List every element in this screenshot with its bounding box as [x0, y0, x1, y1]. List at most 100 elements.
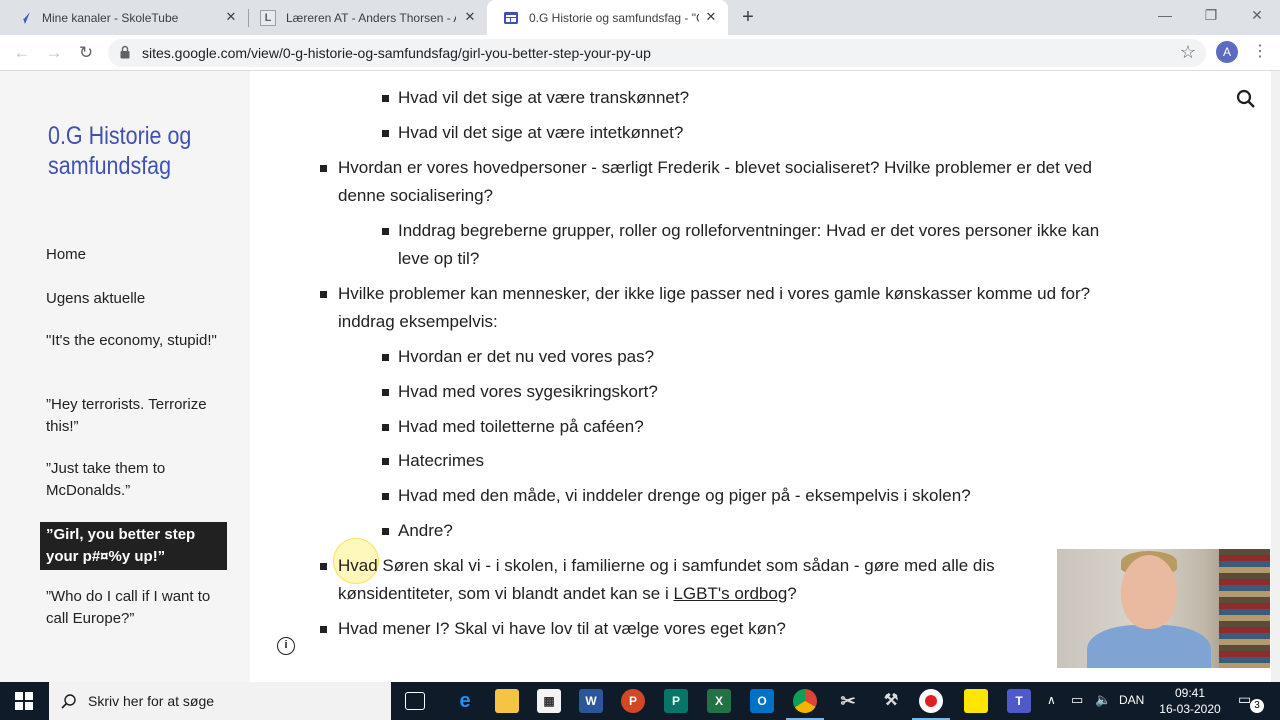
list-item: Hvordan er det nu ved vores pas?	[398, 347, 655, 366]
taskbar-search-placeholder: Skriv her for at søge	[88, 693, 215, 709]
volume-icon[interactable]: 🔈	[1095, 692, 1111, 708]
bullet	[382, 130, 389, 137]
tab-title: Læreren AT - Anders Thorsen - A	[286, 10, 456, 25]
taskbar-search-box[interactable]: Skriv her for at søge	[49, 682, 391, 720]
clock[interactable]: 09:41 16-03-2020	[1155, 685, 1225, 717]
publisher-icon[interactable]: P	[664, 689, 688, 713]
restore-icon[interactable]: ❐	[1188, 0, 1234, 30]
bullet	[320, 291, 327, 298]
search-icon	[61, 694, 76, 709]
nav-item-mcdonalds[interactable]: ”Just take them to McDonalds.”	[46, 458, 236, 502]
list-item: Hatecrimes	[398, 451, 484, 470]
bullet	[382, 458, 389, 465]
language-indicator[interactable]: DAN	[1119, 693, 1144, 707]
list-item-text: ?	[787, 584, 797, 603]
tab-laereren[interactable]: L Læreren AT - Anders Thorsen - A ✕	[244, 0, 487, 35]
settings-tool-icon[interactable]: ⚒	[879, 689, 903, 713]
presenter-face	[1121, 555, 1177, 629]
nav-item-ugens-aktuelle[interactable]: Ugens aktuelle	[46, 288, 236, 310]
scrollbar[interactable]	[1271, 71, 1280, 682]
bookmark-star-icon[interactable]: ☆	[1180, 42, 1196, 63]
google-sites-icon	[503, 10, 519, 26]
search-icon[interactable]	[1234, 87, 1258, 111]
bullet	[320, 626, 327, 633]
list-item-line: denne socialisering?	[338, 186, 493, 205]
tab-skoletube[interactable]: Mine kanaler - SkoleTube ✕	[0, 0, 248, 35]
tab-title: Mine kanaler - SkoleTube	[42, 10, 179, 25]
presenter-shirt	[1087, 625, 1211, 668]
bullet	[382, 493, 389, 500]
forward-arrow-icon[interactable]: →	[42, 41, 66, 65]
site-sidebar: 0.G Historie og samfundsfag Home Ugens a…	[0, 71, 250, 682]
bullet	[320, 165, 327, 172]
lock-icon	[120, 45, 130, 59]
bullet	[382, 95, 389, 102]
list-item-line: Inddrag begreberne grupper, roller og ro…	[398, 221, 1100, 240]
reload-icon[interactable]: ↻	[74, 41, 98, 65]
close-tab-icon[interactable]: ✕	[463, 10, 477, 24]
minimize-icon[interactable]: —	[1142, 0, 1188, 30]
close-window-icon[interactable]: ✕	[1234, 0, 1280, 30]
windows-taskbar: Skriv her for at søge e ▦ W P P X O ✂ ⚒ …	[0, 682, 1280, 720]
excel-icon[interactable]: X	[707, 689, 731, 713]
nav-item-girl-active[interactable]: ”Girl, you better step your p#¤%y up!”	[40, 522, 227, 570]
info-icon[interactable]: i	[277, 637, 295, 655]
nav-item-home[interactable]: Home	[46, 244, 236, 266]
bullet	[382, 528, 389, 535]
snipping-tool-icon[interactable]: ✂	[836, 689, 860, 713]
sticky-notes-icon[interactable]	[964, 689, 988, 713]
chrome-icon[interactable]	[793, 689, 817, 713]
file-explorer-icon[interactable]	[495, 689, 519, 713]
bullet	[382, 424, 389, 431]
bullet	[382, 389, 389, 396]
list-item-line: Hvad Søren skal vi - i skolen, i familie…	[338, 556, 995, 575]
tab-active-google-sites[interactable]: 0.G Historie og samfundsfag - "G ✕	[487, 0, 728, 35]
screen-recorder-icon[interactable]	[919, 689, 943, 713]
browser-menu-icon[interactable]: ⋮	[1252, 41, 1268, 65]
list-item-line: kønsidentiteter, som vi blandt andet kan…	[338, 580, 797, 608]
skoletube-icon	[16, 10, 32, 26]
word-icon[interactable]: W	[579, 689, 603, 713]
bookshelf	[1219, 549, 1270, 668]
teams-icon[interactable]: T	[1007, 689, 1031, 713]
close-tab-icon[interactable]: ✕	[704, 10, 718, 24]
tray-chevron-icon[interactable]: ∧	[1047, 693, 1056, 707]
list-item: Hvad mener I? Skal vi have lov til at væ…	[338, 619, 786, 638]
clock-time: 09:41	[1174, 686, 1206, 700]
list-item: Hvad vil det sige at være transkønnet?	[398, 88, 690, 107]
list-item: Hvad med toiletterne på caféen?	[398, 417, 644, 436]
notification-count-badge: 3	[1250, 699, 1264, 713]
list-item-line: inddrag eksempelvis:	[338, 312, 498, 331]
close-tab-icon[interactable]: ✕	[224, 10, 238, 24]
bullet	[382, 354, 389, 361]
task-view-icon[interactable]	[405, 692, 425, 710]
list-item-line: Hvordan er vores hovedpersoner - særligt…	[338, 158, 1092, 177]
powerpoint-icon[interactable]: P	[621, 689, 645, 713]
profile-avatar[interactable]: A	[1216, 41, 1238, 63]
browser-tab-bar: Mine kanaler - SkoleTube ✕ L Læreren AT …	[0, 0, 1280, 35]
bullet	[320, 563, 327, 570]
nav-item-economy[interactable]: "It's the economy, stupid!"	[46, 330, 236, 352]
lgbt-ordbog-link[interactable]: LGBT's ordbog	[673, 584, 787, 603]
nav-item-europe[interactable]: ”Who do I call if I want to call Europe?…	[46, 586, 236, 630]
site-title[interactable]: 0.G Historie og samfundsfag	[48, 121, 211, 181]
list-item-line: leve op til?	[398, 249, 480, 268]
list-item: Hvad med vores sygesikringskort?	[398, 382, 658, 401]
outlook-icon[interactable]: O	[750, 689, 774, 713]
browser-toolbar: ← → ↻ sites.google.com/view/0-g-historie…	[0, 35, 1280, 71]
list-item-line: Hvilke problemer kan mennesker, der ikke…	[338, 284, 1091, 303]
store-icon[interactable]: ▦	[537, 689, 561, 713]
address-bar[interactable]: sites.google.com/view/0-g-historie-og-sa…	[108, 39, 1206, 67]
back-arrow-icon[interactable]: ←	[10, 41, 34, 65]
webcam-overlay	[1057, 549, 1270, 668]
laereren-icon: L	[260, 9, 276, 26]
edge-icon[interactable]: e	[453, 689, 477, 713]
nav-item-terrorists[interactable]: ”Hey terrorists. Terrorize this!”	[46, 394, 236, 438]
new-tab-plus-icon[interactable]: +	[738, 7, 758, 27]
tab-title: 0.G Historie og samfundsfag - "G	[529, 10, 699, 25]
windows-start-icon[interactable]	[15, 692, 33, 710]
list-item: Hvad vil det sige at være intetkønnet?	[398, 123, 684, 142]
list-item: Hvad med den måde, vi inddeler drenge og…	[398, 486, 971, 505]
list-item: Andre?	[398, 521, 453, 540]
battery-icon[interactable]: ▭	[1071, 692, 1083, 708]
